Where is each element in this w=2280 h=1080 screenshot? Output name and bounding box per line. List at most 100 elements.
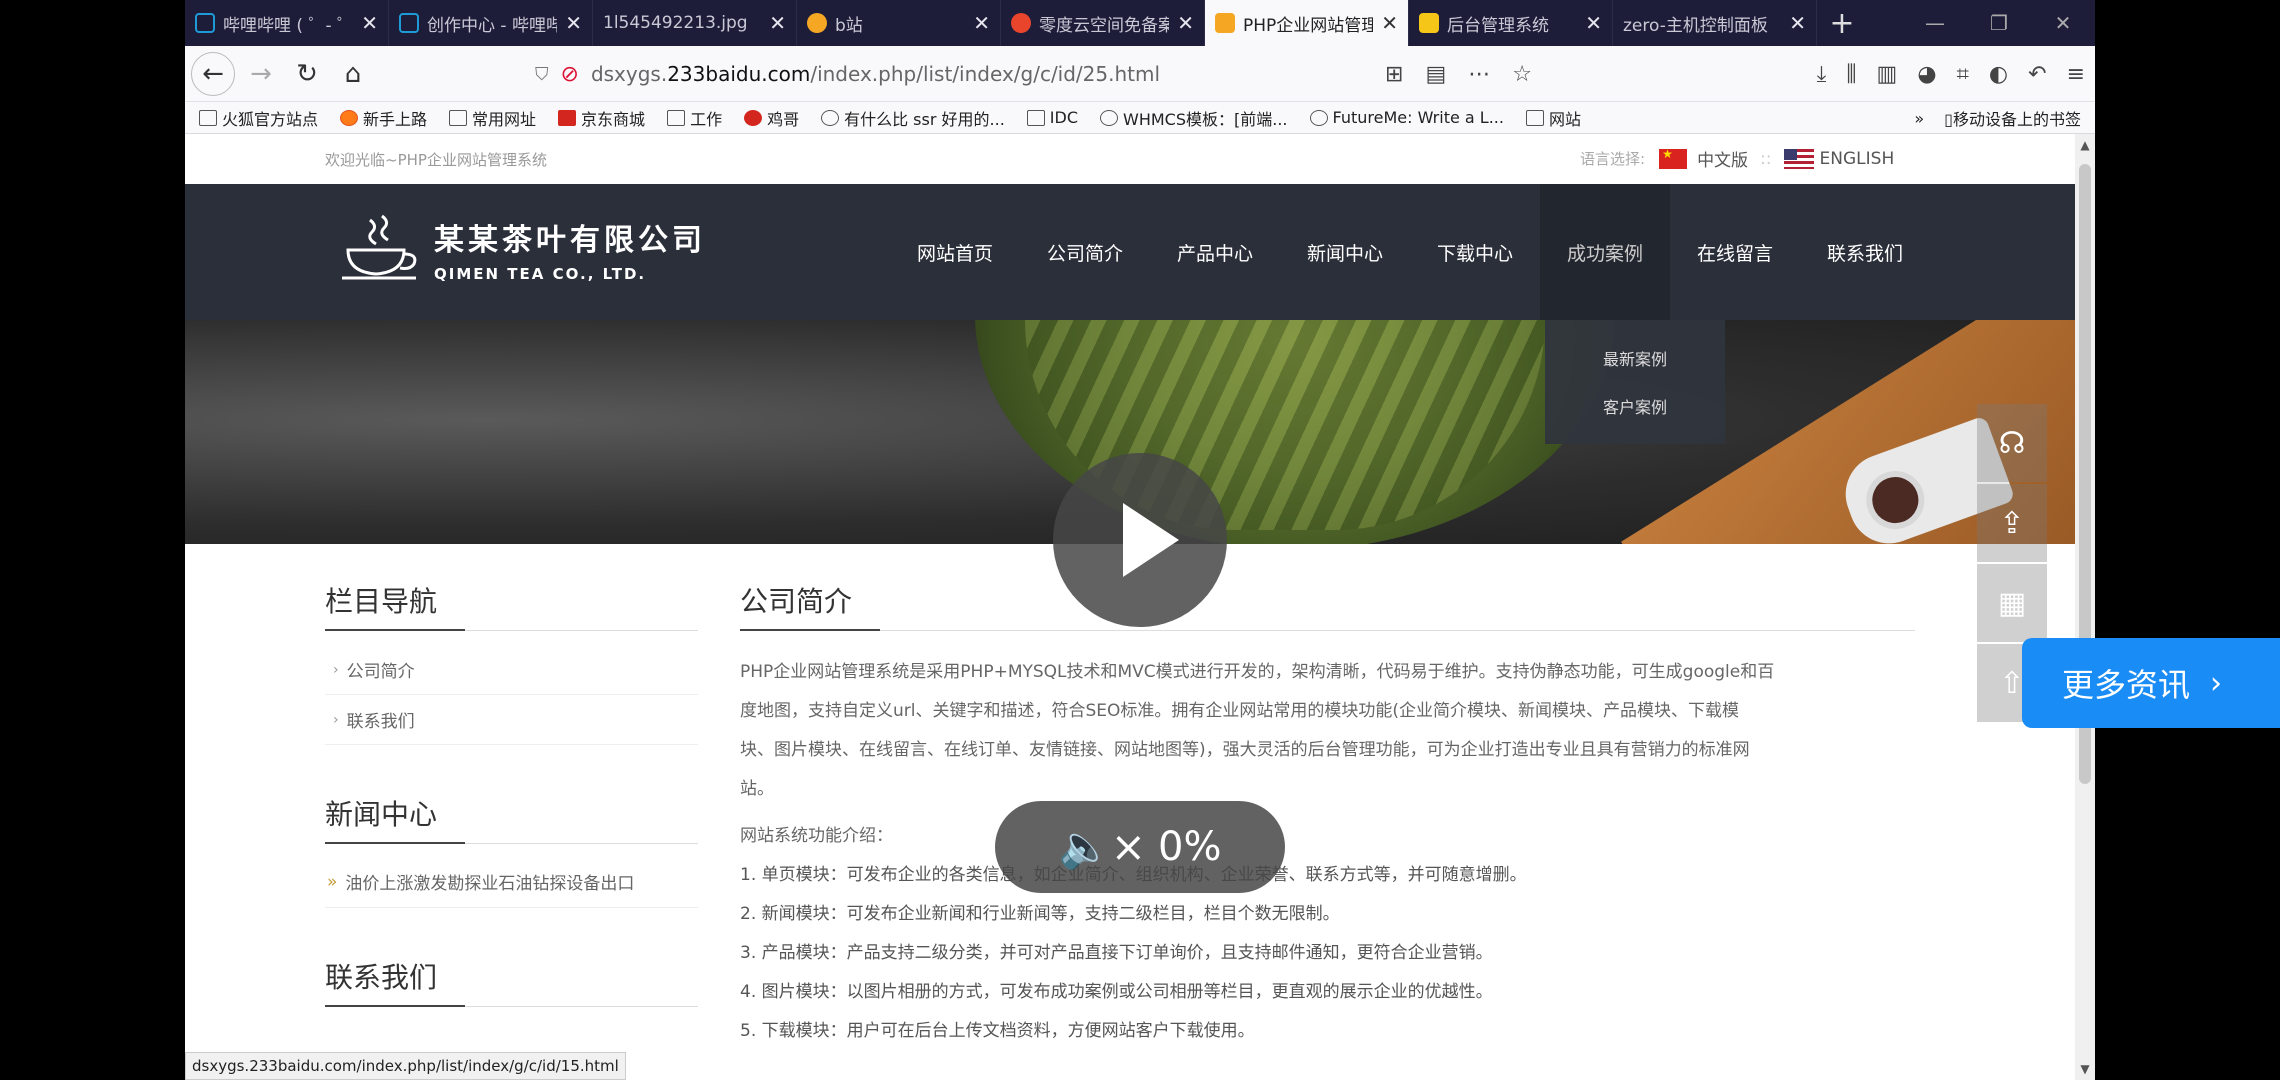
scroll-down-icon[interactable]: ▼: [2075, 1062, 2095, 1076]
bookmark-item[interactable]: 鸡哥: [744, 106, 799, 130]
library-icon[interactable]: ⫼: [1846, 62, 1856, 87]
arrow-icon: »: [327, 871, 338, 892]
support-icon[interactable]: ☊: [1977, 404, 2047, 482]
close-icon[interactable]: ✕: [769, 11, 786, 35]
more-icon[interactable]: ⋯: [1468, 62, 1490, 87]
chevron-right-icon[interactable]: »: [1914, 109, 1924, 128]
close-icon[interactable]: ✕: [1789, 11, 1806, 35]
folder-icon: [1026, 109, 1045, 126]
download-icon[interactable]: ⤓: [1817, 62, 1827, 87]
screenshot-icon[interactable]: ⌗: [1957, 62, 1969, 87]
lang-cn-link[interactable]: 中文版: [1697, 146, 1748, 171]
menu-icon[interactable]: ≡: [2067, 62, 2085, 87]
globe-icon: [1100, 109, 1118, 126]
bookmark-item[interactable]: 网站: [1525, 106, 1581, 130]
bookmark-item[interactable]: FutureMe: Write a L...: [1309, 108, 1504, 127]
close-icon[interactable]: ✕: [1177, 11, 1194, 35]
logo-name-cn: 某某茶叶有限公司: [434, 223, 706, 258]
tab-creator-center[interactable]: 创作中心 - 哔哩哔哩✕: [389, 0, 593, 46]
news-section-title: 新闻中心: [325, 793, 698, 844]
close-icon[interactable]: ✕: [1381, 11, 1398, 35]
nav-contact[interactable]: 联系我们: [1800, 184, 1930, 320]
p-icon: [744, 109, 763, 126]
news-item[interactable]: » 油价上涨激发勘探业石油钻探设备出口: [325, 856, 698, 908]
qrcode-icon[interactable]: ▦: [1977, 564, 2047, 642]
insecure-lock-icon[interactable]: ⊘: [561, 62, 579, 87]
folder-icon: [1525, 109, 1544, 126]
feature-item: 4. 图片模块：以图片相册的方式，可发布成功案例或公司相册等栏目，更直观的展示企…: [740, 982, 1493, 1002]
scroll-up-icon[interactable]: ▲: [2075, 138, 2095, 152]
star-icon[interactable]: ☆: [1512, 62, 1532, 87]
nav-home[interactable]: 网站首页: [890, 184, 1020, 320]
tab-bilibili[interactable]: 哔哩哔哩 ( ゜- ゜)つロ✕: [185, 0, 389, 46]
bookmarks-bar: 火狐官方站点 新手上路 常用网址 京东商城 工作 鸡哥 有什么比 ssr 好用的…: [185, 102, 2095, 134]
home-button[interactable]: ⌂: [333, 54, 373, 94]
sidebar-icon[interactable]: ▥: [1877, 62, 1898, 87]
main-nav: 网站首页 公司简介 产品中心 新闻中心 下载中心 成功案例 在线留言 联系我们: [890, 184, 1930, 320]
us-flag-icon: [1783, 148, 1814, 169]
side-link-about[interactable]: › 公司简介: [325, 645, 698, 695]
minimize-icon[interactable]: —: [1903, 0, 1967, 46]
nav-products[interactable]: 产品中心: [1150, 184, 1280, 320]
more-news-button[interactable]: 更多资讯 ›: [2022, 638, 2280, 728]
tab-admin[interactable]: 后台管理系统 ✕: [1409, 0, 1613, 46]
contact-section-title: 联系我们: [325, 956, 698, 1007]
forward-button[interactable]: →: [241, 54, 281, 94]
nav-downloads[interactable]: 下载中心: [1410, 184, 1540, 320]
left-sidebar: 栏目导航 › 公司简介 › 联系我们 新闻中心 » 油价上涨激发勘探业石油钻探设备出口…: [325, 580, 698, 1007]
mobile-bookmarks[interactable]: ▯移动设备上的书签: [1944, 106, 2081, 130]
bookmark-item[interactable]: 新手上路: [340, 106, 427, 130]
share-icon[interactable]: ⇪: [1977, 484, 2047, 562]
tab-zero-panel[interactable]: zero-主机控制面板 ✕: [1613, 0, 1817, 46]
nav-about[interactable]: 公司简介: [1020, 184, 1150, 320]
qr-icon[interactable]: ⊞: [1385, 62, 1403, 87]
bilibili-icon: [195, 13, 215, 33]
restore-icon[interactable]: ❐: [1967, 0, 2031, 46]
tab-bzhan[interactable]: b站 ✕: [797, 0, 1001, 46]
feature-item: 1. 单页模块：可发布企业的各类信息，如企业简介、组织机构、企业荣誉、联系方式等…: [740, 865, 1527, 885]
close-icon[interactable]: ✕: [973, 11, 990, 35]
bookmark-item[interactable]: WHMCS模板：[前端...: [1100, 106, 1288, 130]
mask-icon[interactable]: ◐: [1989, 62, 2008, 87]
close-window-icon[interactable]: ✕: [2031, 0, 2095, 46]
shield-icon[interactable]: ⛉: [535, 64, 549, 85]
bookmark-item[interactable]: 京东商城: [558, 106, 645, 130]
undo-icon[interactable]: ↶: [2028, 62, 2046, 87]
bookmark-item[interactable]: 有什么比 ssr 好用的...: [821, 106, 1005, 130]
bookmarks-right: » ▯移动设备上的书签: [1914, 102, 2081, 134]
lang-en-link[interactable]: ENGLISH: [1820, 149, 1895, 169]
reader-icon[interactable]: ▤: [1425, 62, 1446, 87]
volume-indicator: 🔈× 0%: [995, 801, 1285, 893]
intro-text: PHP企业网站管理系统是采用PHP+MYSQL技术和MVC模式进行开发的，架构清…: [740, 662, 1775, 799]
nav-messages[interactable]: 在线留言: [1670, 184, 1800, 320]
tab-image[interactable]: 1l545492213.jpg ✕: [593, 0, 797, 46]
tab-php-cms[interactable]: PHP企业网站管理 ✕: [1205, 0, 1409, 46]
admin-icon: [1419, 13, 1439, 33]
bookmark-item[interactable]: 常用网址: [449, 106, 536, 130]
dropdown-latest-cases[interactable]: 最新案例: [1545, 334, 1725, 382]
language-selector: 语言选择: 中文版 :: ENGLISH: [1580, 146, 1895, 172]
close-icon[interactable]: ✕: [1585, 11, 1602, 35]
bookmark-item[interactable]: IDC: [1026, 108, 1078, 127]
side-link-contact[interactable]: › 联系我们: [325, 695, 698, 745]
back-button[interactable]: ←: [191, 51, 235, 96]
bookmark-item[interactable]: 工作: [667, 106, 722, 130]
close-icon[interactable]: ✕: [565, 11, 582, 35]
page-scrollbar[interactable]: ▲ ▼: [2075, 134, 2095, 1080]
globe-icon: [821, 109, 840, 126]
play-icon[interactable]: [1053, 453, 1227, 627]
nav-cases[interactable]: 成功案例: [1540, 184, 1670, 320]
feature-item: 3. 产品模块：产品支持二级分类，并可对产品直接下订单询价，且支持邮件通知，更符…: [740, 943, 1493, 963]
bookmark-item[interactable]: 火狐官方站点: [199, 106, 318, 130]
site-topbar: 欢迎光临~PHP企业网站管理系统 语言选择: 中文版 :: ENGLISH: [185, 134, 2075, 184]
reload-button[interactable]: ↻: [287, 54, 327, 94]
dropdown-client-cases[interactable]: 客户案例: [1545, 382, 1725, 430]
extension-icon[interactable]: ◕: [1917, 62, 1936, 87]
site-logo[interactable]: 某某茶叶有限公司 QIMEN TEA CO., LTD.: [340, 212, 706, 286]
window-controls: — ❐ ✕: [1903, 0, 2095, 46]
muted-speaker-icon: 🔈×: [1058, 822, 1147, 871]
tab-cloud-space[interactable]: 零度云空间免备案 ✕: [1001, 0, 1205, 46]
nav-news[interactable]: 新闻中心: [1280, 184, 1410, 320]
close-icon[interactable]: ✕: [361, 11, 378, 35]
new-tab-button[interactable]: +: [1817, 0, 1867, 46]
